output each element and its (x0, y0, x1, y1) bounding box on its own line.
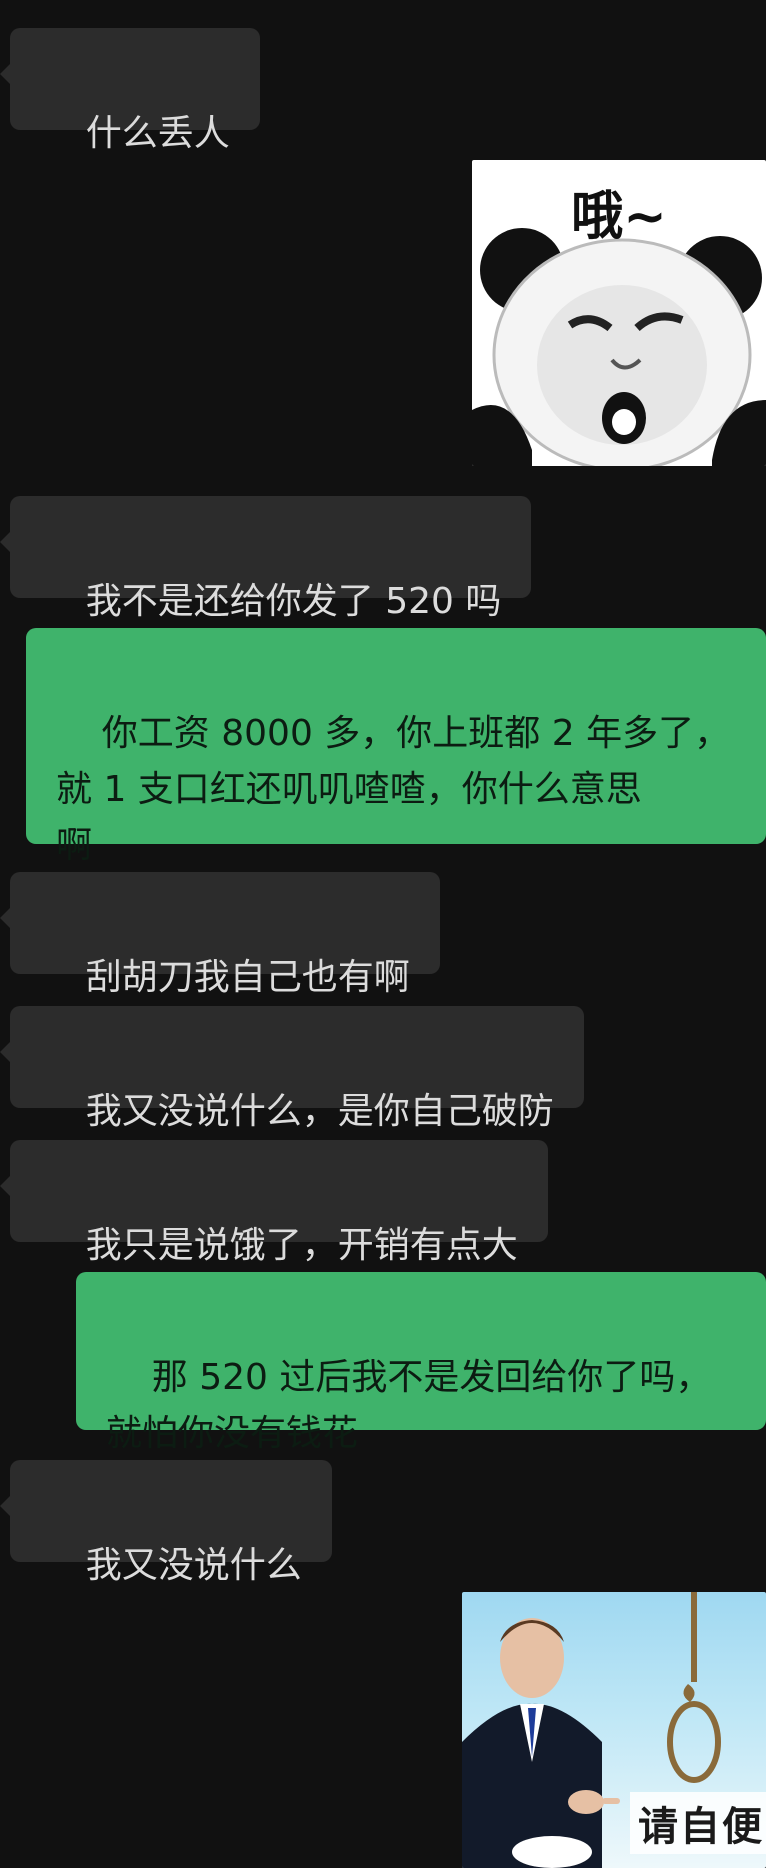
message-text: 我不是还给你发了 520 吗 (85, 581, 502, 622)
message-text: 我又没说什么 (85, 1545, 302, 1586)
sticker-caption: 哦~ (571, 187, 667, 247)
message-bubble-incoming[interactable]: 什么丢人 (0, 28, 260, 154)
message-bubble-incoming[interactable]: 我不是还给你发了 520 吗 (0, 496, 532, 622)
message-text: 刮胡刀我自己也有啊 (85, 957, 410, 998)
message-bubble-incoming[interactable]: 我又没说什么 (0, 1460, 332, 1586)
message-bubble-incoming[interactable]: 我又没说什么，是你自己破防 (0, 1006, 584, 1132)
sticker-panda-meme[interactable]: 哦~ (472, 160, 766, 466)
message-text: 你工资 8000 多，你上班都 2 年多了， 就 1 支口红还叽叽喳喳，你什么意… (56, 713, 731, 866)
message-text: 什么丢人 (85, 113, 230, 154)
message-text: 我只是说饿了，开销有点大 (85, 1225, 518, 1266)
message-text: 我又没说什么，是你自己破防 (85, 1091, 554, 1132)
sticker-caption: 请自便 (630, 1792, 766, 1854)
message-bubble-outgoing[interactable]: 你工资 8000 多，你上班都 2 年多了， 就 1 支口红还叽叽喳喳，你什么意… (26, 628, 766, 866)
sticker-man-with-noose-meme[interactable]: 请自便 (462, 1592, 766, 1868)
message-bubble-incoming[interactable]: 我只是说饿了，开销有点大 (0, 1140, 548, 1266)
message-bubble-outgoing[interactable]: 那 520 过后我不是发回给你了吗， 就怕你没有钱花 (76, 1272, 766, 1454)
message-bubble-incoming[interactable]: 刮胡刀我自己也有啊 (0, 872, 440, 998)
message-text: 那 520 过后我不是发回给你了吗， 就怕你没有钱花 (106, 1357, 712, 1454)
chat-view: 什么丢人 哦~ 我不是还给你发了 520 吗 你工资 8000 多，你上班都 2… (0, 0, 766, 1868)
